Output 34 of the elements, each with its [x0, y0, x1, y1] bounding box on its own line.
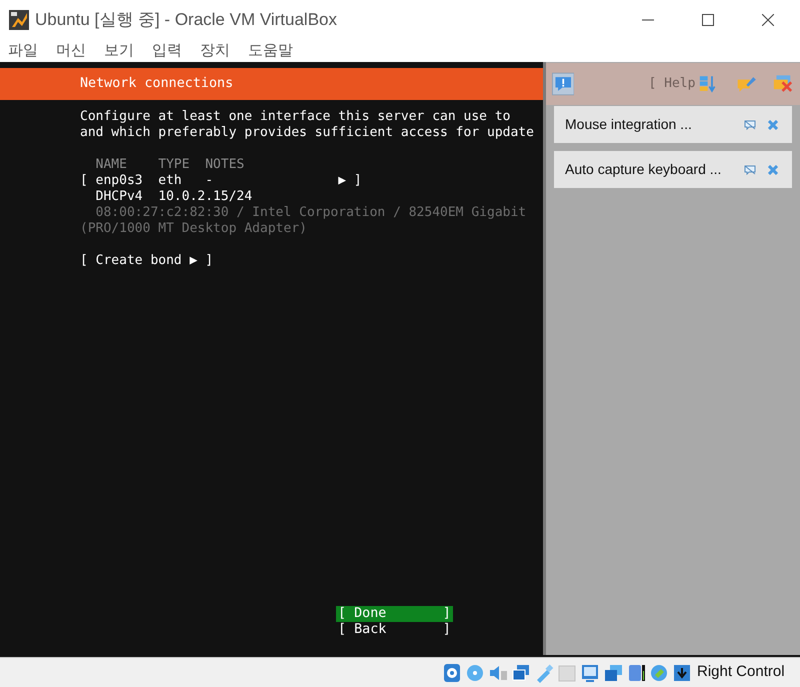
menu-item[interactable]: 입력 [152, 40, 182, 62]
close-all-icon[interactable] [773, 73, 794, 95]
menu-item[interactable]: 장치 [200, 40, 230, 62]
host-key-label: Right Control [697, 662, 785, 682]
close-icon[interactable] [762, 14, 774, 26]
device-details: 08:00:27:c2:82:30 / Intel Corporation / 82540EM Gigabit [94, 205, 526, 220]
menu-item[interactable]: 보기 [104, 40, 134, 62]
device-details: (PRO/1000 MT Desktop Adapter) [80, 221, 307, 236]
notification-text: Auto capture keyboard ... [565, 160, 722, 179]
help-text: [ Help [648, 75, 696, 94]
menu-item[interactable]: 도움말 [248, 40, 293, 62]
notification-text: Mouse integration ... [565, 115, 693, 134]
back-button[interactable]: [ Back ] [336, 622, 453, 638]
windows-icon[interactable] [603, 662, 623, 682]
mute-icon[interactable] [744, 120, 756, 130]
menu-item[interactable]: 파일 [8, 40, 38, 62]
intro-text: and which preferably provides sufficient access for update [80, 125, 534, 140]
display-icon[interactable] [580, 662, 600, 682]
download-icon[interactable] [672, 662, 692, 682]
network-icon[interactable] [511, 662, 531, 682]
create-bond-button[interactable]: [ Create bond ▶ ] [80, 253, 214, 268]
menu-item[interactable]: 머신 [56, 40, 86, 62]
intro-text: Configure at least one interface this server can use to [80, 109, 510, 124]
window-title: Ubuntu [실행 중] - Oracle VM VirtualBox [35, 9, 338, 32]
address-text: DHCPv4 10.0.2.15/24 [94, 189, 252, 204]
done-button[interactable]: [ Done ] [336, 606, 453, 622]
notification-icon[interactable] [552, 71, 574, 97]
column-headers: NAME TYPE NOTES [94, 157, 244, 172]
mute-icon[interactable] [744, 164, 756, 174]
maximize-icon[interactable] [702, 14, 714, 26]
optical-disc-icon[interactable] [465, 662, 485, 682]
interface-row[interactable]: [ enp0s3 eth - ▶ ] [80, 173, 362, 188]
screen-header: Network connections [80, 74, 234, 93]
app-logo-icon [9, 10, 29, 30]
